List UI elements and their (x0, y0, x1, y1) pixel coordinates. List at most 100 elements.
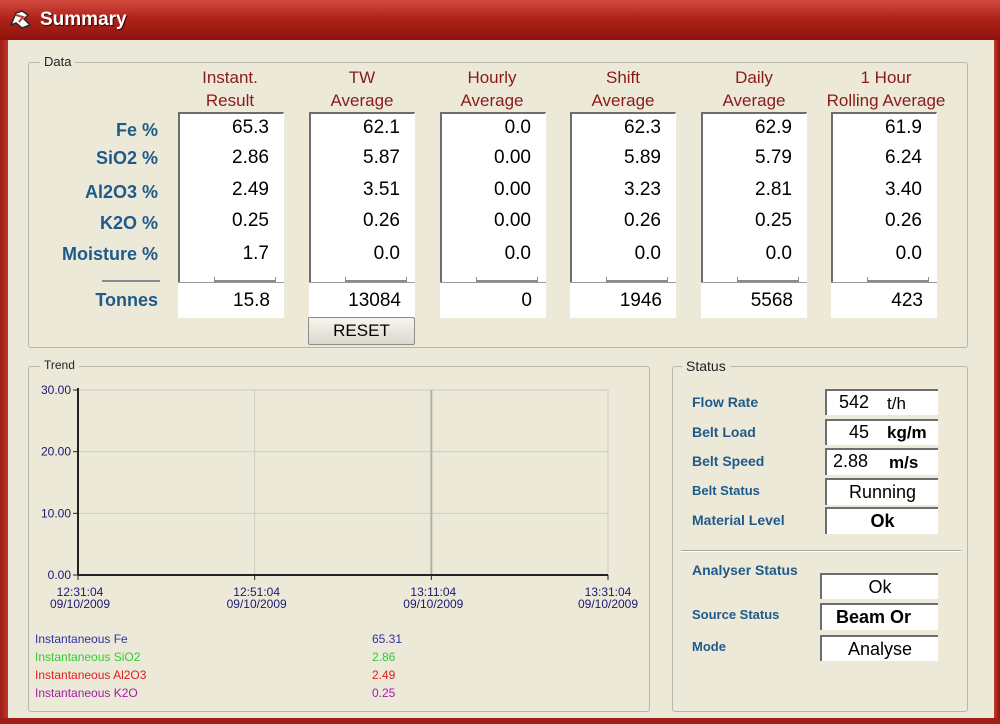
status-group-label: Status (682, 358, 730, 374)
tonnes-cell-box: 0 (440, 282, 546, 318)
col-head-line2: Average (722, 91, 786, 110)
window-title: Summary (40, 9, 127, 30)
legend-item-name: Instantaneous Fe (35, 632, 128, 646)
material-level-label: Material Level (692, 512, 785, 528)
col-head-line2: Result (205, 91, 255, 110)
value-cell: 0.00 (494, 210, 531, 231)
row-label-k2o: K2O % (99, 213, 158, 233)
material-level-field: Ok (825, 507, 938, 534)
tonnes-value: 0 (521, 290, 532, 311)
legend-item-value: 65.31 (372, 632, 403, 646)
row-label-al2o3: Al2O3 % (84, 182, 158, 202)
frame-right (994, 40, 1000, 724)
tonnes-cell-box: 423 (831, 282, 937, 318)
row-label-tonnes: Tonnes (95, 290, 158, 310)
value-cell: 3.51 (363, 179, 400, 200)
legend-item-name: Instantaneous SiO2 (35, 650, 141, 664)
value-cell: 62.1 (363, 117, 400, 138)
belt-status-value: Running (848, 482, 917, 502)
col-head-line1: Instant. (202, 68, 258, 87)
reset-button[interactable]: RESET (308, 317, 415, 345)
value-cell: 0.0 (634, 243, 661, 264)
frame-bottom (0, 718, 1000, 724)
value-cell: 0.26 (363, 210, 400, 231)
col-head-line1: 1 Hour (860, 68, 912, 87)
col-head-line1: Shift (605, 68, 641, 87)
value-cell: 61.9 (885, 117, 922, 138)
belt-status-field: Running (825, 478, 938, 505)
row-label-sio2: SiO2 % (95, 148, 158, 168)
tonnes-value: 15.8 (233, 290, 270, 311)
belt-load-label: Belt Load (692, 424, 756, 440)
value-cell: 0.00 (494, 147, 531, 168)
value-cell: 5.79 (755, 147, 792, 168)
col-head-shift: Shift Average (553, 66, 693, 112)
belt-speed-unit: m/s (889, 453, 919, 472)
material-level-value: Ok (870, 511, 895, 531)
col-head-line1: Hourly (467, 68, 517, 87)
status-divider (681, 550, 961, 552)
value-cell: 3.40 (885, 179, 922, 200)
app-logo-icon (9, 10, 32, 29)
col-head-line2: Average (330, 91, 394, 110)
tonnes-value: 423 (891, 290, 923, 311)
tonnes-value: 13084 (348, 290, 401, 311)
value-cell: 0.00 (494, 179, 531, 200)
value-cell: 62.3 (624, 117, 661, 138)
col-head-line2: Rolling Average (826, 91, 946, 110)
data-group-label: Data (40, 54, 76, 69)
value-cell: 0.0 (895, 243, 922, 264)
belt-load-field: 45 kg/m (825, 419, 938, 445)
value-cell: 1.7 (242, 243, 269, 264)
value-cell: 0.0 (504, 243, 531, 264)
col-head-rolling: 1 Hour Rolling Average (810, 66, 962, 112)
tonnes-cell-box: 13084 (309, 282, 415, 318)
analyser-status-field: Ok (820, 573, 938, 599)
col-head-hourly: Hourly Average (422, 66, 562, 112)
col-head-instant: Instant. Result (160, 66, 300, 112)
title-bar[interactable]: Summary (0, 0, 1000, 40)
tonnes-cell-box: 5568 (701, 282, 807, 318)
source-status-label: Source Status (692, 607, 780, 622)
col-head-tw: TW Average (292, 66, 432, 112)
value-cell: 5.87 (363, 147, 400, 168)
belt-status-label: Belt Status (692, 483, 760, 498)
value-cell: 2.81 (755, 179, 792, 200)
belt-load-value: 45 (849, 422, 870, 442)
tonnes-value: 1946 (619, 290, 662, 311)
value-cell: 6.24 (885, 147, 922, 168)
flow-rate-label: Flow Rate (692, 394, 759, 410)
value-cell: 0.25 (755, 210, 792, 231)
flow-rate-value: 542 (839, 392, 870, 412)
tonnes-cell-box: 15.8 (178, 282, 284, 318)
value-cell: 0.26 (624, 210, 661, 231)
analyser-status-value: Ok (868, 577, 892, 597)
belt-speed-value: 2.88 (833, 451, 869, 471)
legend-item-value: 2.86 (372, 650, 396, 664)
legend-item-value: 2.49 (372, 668, 396, 682)
tonnes-cell-box: 1946 (570, 282, 676, 318)
value-cell: 0.0 (504, 117, 531, 138)
legend-item-name: Instantaneous K2O (35, 686, 138, 700)
frame-left (0, 40, 8, 724)
row-label-separator (102, 278, 160, 282)
col-head-daily: Daily Average (684, 66, 824, 112)
belt-speed-field: 2.88 m/s (825, 448, 938, 475)
value-cell: 0.0 (373, 243, 400, 264)
belt-speed-label: Belt Speed (692, 453, 765, 469)
tonnes-value: 5568 (750, 290, 793, 311)
mode-label: Mode (692, 639, 726, 654)
analyser-status-label: Analyser Status (692, 562, 798, 578)
value-cell: 3.23 (624, 179, 661, 200)
col-head-line2: Average (591, 91, 655, 110)
value-cell: 65.3 (232, 117, 269, 138)
value-cell: 0.25 (232, 210, 269, 231)
row-label-fe: Fe % (115, 120, 158, 140)
col-head-line2: Average (460, 91, 524, 110)
col-head-line1: TW (348, 68, 376, 87)
mode-value: Analyse (847, 639, 913, 659)
mode-field: Analyse (820, 635, 938, 661)
value-cell: 0.26 (885, 210, 922, 231)
flow-rate-field: 542 t/h (825, 389, 938, 415)
legend-item-value: 0.25 (372, 686, 396, 700)
